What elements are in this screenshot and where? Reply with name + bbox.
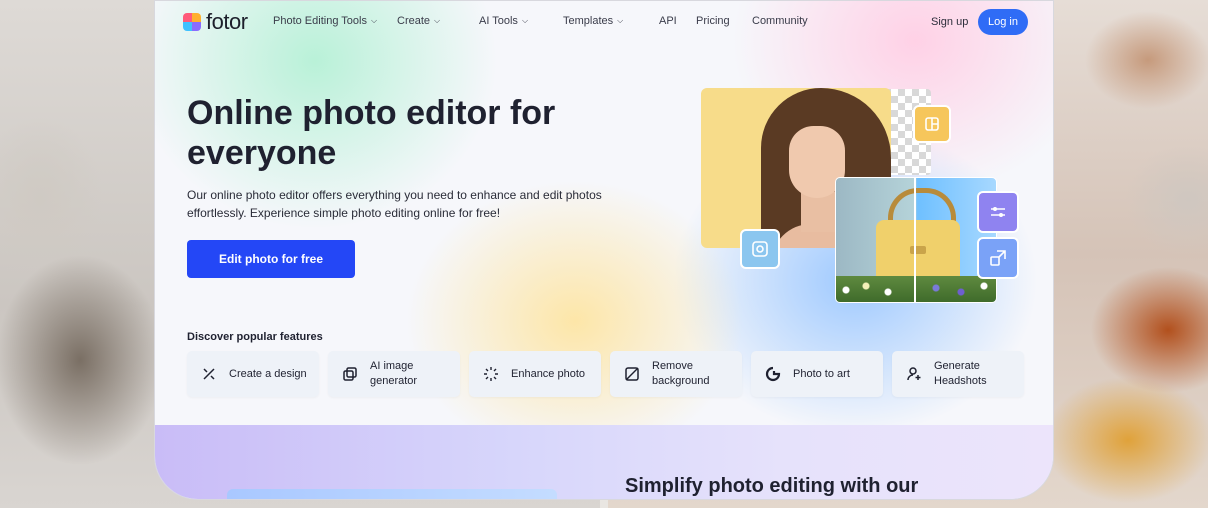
feature-enhance-photo[interactable]: Enhance photo [469, 351, 601, 397]
hero-title: Online photo editor for everyone [187, 94, 556, 172]
fotor-logo-icon [183, 13, 201, 31]
feature-remove-background[interactable]: Remove background [610, 351, 742, 397]
hero-description: Our online photo editor offers everythin… [187, 188, 602, 220]
edit-photo-button[interactable]: Edit photo for free [187, 240, 355, 278]
feature-label: Photo to art [793, 367, 850, 380]
feature-create-design[interactable]: Create a design [187, 351, 319, 397]
chevron-down-icon: ⌵ [434, 16, 441, 25]
nav-label: Community [752, 15, 808, 27]
nav-api[interactable]: API [659, 15, 696, 27]
adjust-sliders-icon [977, 191, 1019, 233]
ai-image-icon [342, 366, 358, 382]
nav-create[interactable]: Create ⌵ [397, 15, 479, 27]
chevron-down-icon: ⌵ [617, 16, 624, 25]
feature-ai-image-generator[interactable]: AI image generator [328, 351, 460, 397]
nav-templates[interactable]: Templates ⌵ [563, 15, 659, 27]
nav-label: Create [397, 15, 431, 27]
bag-clasp [910, 246, 926, 254]
art-icon [765, 366, 781, 382]
nav-label: Pricing [696, 15, 730, 27]
resize-icon [977, 237, 1019, 279]
logo-text: fotor [206, 9, 248, 34]
compare-divider [914, 178, 916, 302]
nav-menu: Photo Editing Tools ⌵ Create ⌵ AI Tools … [273, 15, 808, 27]
flowers [836, 276, 996, 302]
features-row: Create a design AI image generator Enhan… [187, 351, 1033, 397]
nav-label: API [659, 15, 677, 27]
feature-label: Remove background [652, 360, 710, 387]
chevron-down-icon: ⌵ [370, 16, 378, 25]
handbag-image [835, 177, 997, 303]
feature-label: Generate Headshots [934, 360, 987, 387]
design-icon [201, 366, 217, 382]
next-section: Simplify photo editing with our [155, 425, 1053, 499]
features-heading: Discover popular features [187, 331, 323, 343]
crop-icon [913, 105, 951, 143]
section-preview-card [227, 489, 557, 499]
logo[interactable]: fotor [183, 11, 248, 33]
nav-community[interactable]: Community [752, 15, 808, 27]
nav-photo-editing-tools[interactable]: Photo Editing Tools ⌵ [273, 15, 397, 27]
nav-label: AI Tools [479, 15, 518, 27]
portrait-neck [801, 192, 835, 232]
feature-photo-to-art[interactable]: Photo to art [751, 351, 883, 397]
feature-label: Create a design [229, 367, 307, 380]
enhance-icon [483, 366, 499, 382]
headshot-icon [906, 366, 922, 382]
chevron-down-icon: ⌵ [521, 16, 529, 25]
remove-bg-icon [624, 366, 640, 382]
login-button[interactable]: Log in [978, 9, 1028, 35]
nav-label: Photo Editing Tools [273, 15, 367, 27]
feature-label: Enhance photo [511, 367, 586, 380]
feature-generate-headshots[interactable]: Generate Headshots [892, 351, 1024, 397]
nav-label: Templates [563, 15, 614, 27]
nav-pricing[interactable]: Pricing [696, 15, 752, 27]
signup-link[interactable]: Sign up [931, 16, 968, 28]
feature-label: AI image generator [370, 360, 418, 387]
nav-ai-tools[interactable]: AI Tools ⌵ [479, 15, 563, 27]
browser-frame: fotor Photo Editing Tools ⌵ Create ⌵ AI … [154, 0, 1054, 500]
top-nav: fotor Photo Editing Tools ⌵ Create ⌵ AI … [155, 1, 1053, 45]
section-title: Simplify photo editing with our [625, 475, 919, 497]
retouch-icon [740, 229, 780, 269]
